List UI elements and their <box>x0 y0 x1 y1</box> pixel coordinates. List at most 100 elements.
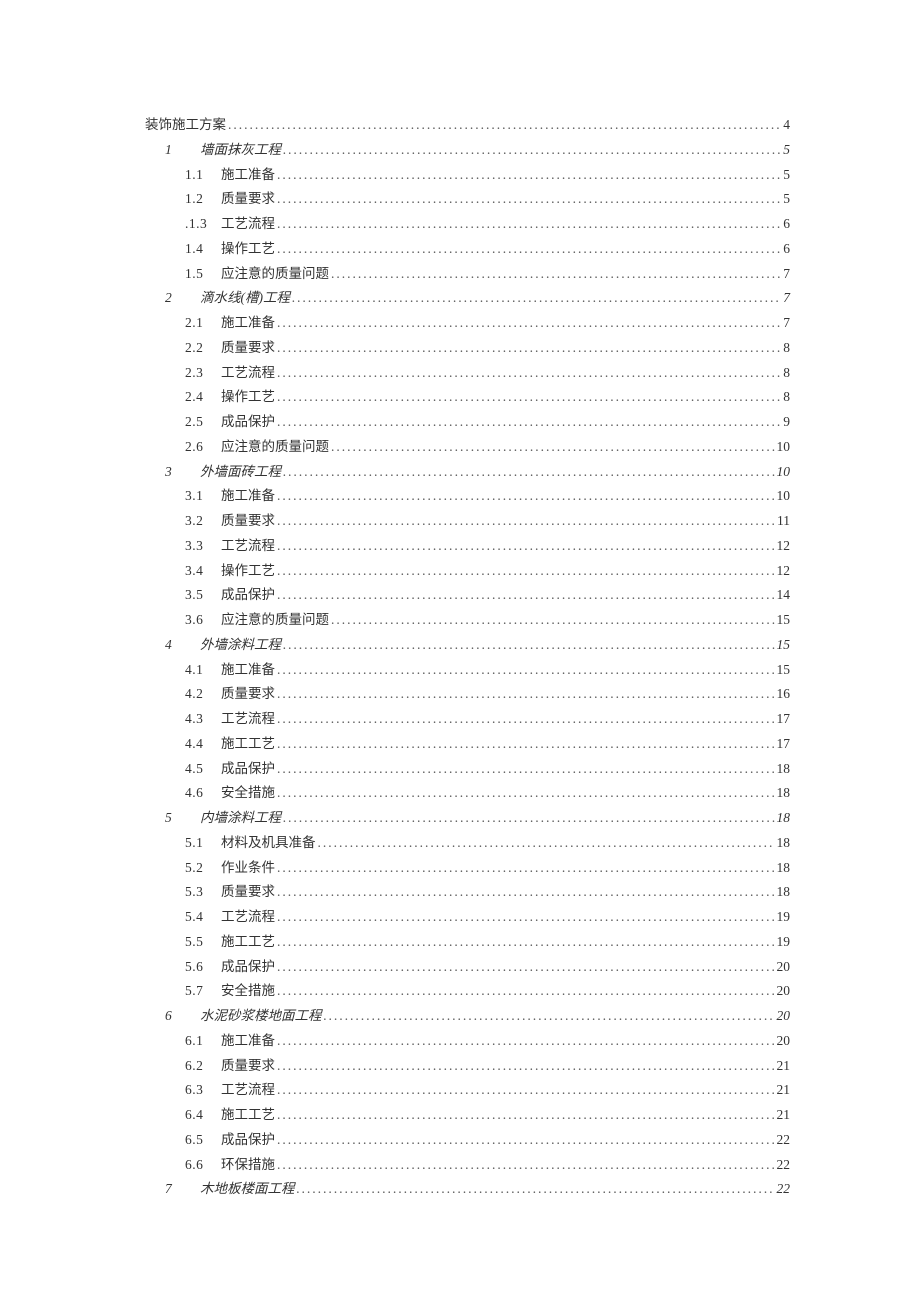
toc-leader-dots <box>277 1031 775 1051</box>
toc-page-number: 20 <box>777 957 791 977</box>
toc-entry: 4.4施工工艺17 <box>185 734 790 754</box>
toc-number: 5.2 <box>185 858 221 878</box>
toc-page-number: 18 <box>777 759 791 779</box>
toc-entry: 6.6环保措施22 <box>185 1155 790 1175</box>
toc-number: 6 <box>165 1006 200 1026</box>
toc-page-number: 7 <box>783 313 790 333</box>
toc-leader-dots <box>277 486 775 506</box>
toc-leader-dots <box>277 536 775 556</box>
toc-page-number: 18 <box>777 833 791 853</box>
toc-page-number: 6 <box>783 214 790 234</box>
toc-title: 作业条件 <box>221 858 275 878</box>
toc-entry: 2.6应注意的质量问题10 <box>185 437 790 457</box>
toc-title: 安全措施 <box>221 783 275 803</box>
toc-leader-dots <box>324 1006 775 1026</box>
toc-number: 6.2 <box>185 1056 221 1076</box>
toc-title: 工艺流程 <box>221 907 275 927</box>
toc-page-number: 5 <box>783 165 790 185</box>
toc-number: 4.2 <box>185 684 221 704</box>
toc-leader-dots <box>277 957 775 977</box>
toc-entry: 3.3工艺流程12 <box>185 536 790 556</box>
toc-page-number: 18 <box>777 858 791 878</box>
toc-entry: 5.1材料及机具准备18 <box>185 833 790 853</box>
toc-entry: 3外墙面砖工程10 <box>165 462 790 482</box>
toc-title: 成品保护 <box>221 759 275 779</box>
toc-page-number: 17 <box>777 734 791 754</box>
toc-entry: .1.3工艺流程6 <box>185 214 790 234</box>
toc-title: 操作工艺 <box>221 387 275 407</box>
toc-page-number: 20 <box>777 1006 791 1026</box>
toc-leader-dots <box>283 462 775 482</box>
toc-leader-dots <box>283 635 775 655</box>
toc-entry: 7木地板楼面工程22 <box>165 1179 790 1199</box>
toc-number: 5.6 <box>185 957 221 977</box>
toc-title: 施工准备 <box>221 660 275 680</box>
toc-page-number: 8 <box>783 338 790 358</box>
table-of-contents: 装饰施工方案41墙面抹灰工程51.1施工准备51.2质量要求5.1.3工艺流程6… <box>145 115 790 1200</box>
toc-number: 2.6 <box>185 437 221 457</box>
toc-entry: 6水泥砂浆楼地面工程20 <box>165 1006 790 1026</box>
toc-title: 成品保护 <box>221 585 275 605</box>
toc-entry: 4.2质量要求16 <box>185 684 790 704</box>
toc-page-number: 8 <box>783 363 790 383</box>
toc-leader-dots <box>331 264 781 284</box>
toc-title: 施工准备 <box>221 165 275 185</box>
toc-number: 4 <box>165 635 200 655</box>
toc-page-number: 22 <box>777 1179 791 1199</box>
toc-leader-dots <box>331 437 775 457</box>
toc-number: 2.1 <box>185 313 221 333</box>
toc-title: 外墙涂料工程 <box>200 635 281 655</box>
toc-number: 6.3 <box>185 1080 221 1100</box>
toc-number: 5.7 <box>185 981 221 1001</box>
toc-leader-dots <box>283 808 775 828</box>
toc-leader-dots <box>228 115 781 135</box>
toc-leader-dots <box>277 1056 775 1076</box>
toc-entry: 2.4操作工艺8 <box>185 387 790 407</box>
toc-entry: 5.2作业条件 18 <box>185 858 790 878</box>
toc-title: 施工工艺 <box>221 734 275 754</box>
toc-entry: 1.4操作工艺6 <box>185 239 790 259</box>
toc-title: 质量要求 <box>221 189 275 209</box>
toc-page-number: 5 <box>783 189 790 209</box>
toc-number: 6.6 <box>185 1155 221 1175</box>
toc-entry: 2.2质量要求 8 <box>185 338 790 358</box>
toc-leader-dots <box>277 1155 775 1175</box>
toc-leader-dots <box>277 684 775 704</box>
toc-entry: 5.4工艺流程19 <box>185 907 790 927</box>
toc-leader-dots <box>277 165 781 185</box>
toc-title: 施工准备 <box>221 313 275 333</box>
toc-page-number: 4 <box>783 115 790 135</box>
toc-page-number: 16 <box>777 684 791 704</box>
toc-leader-dots <box>283 140 781 160</box>
toc-number: 4.5 <box>185 759 221 779</box>
toc-number: 7 <box>165 1179 200 1199</box>
toc-entry: 4.3工艺流程17 <box>185 709 790 729</box>
toc-page-number: 5 <box>783 140 790 160</box>
toc-leader-dots <box>277 585 775 605</box>
toc-title: 材料及机具准备 <box>221 833 316 853</box>
toc-leader-dots <box>277 387 781 407</box>
toc-entry: 3.6应注意的质量问题15 <box>185 610 790 630</box>
toc-number: 6.5 <box>185 1130 221 1150</box>
toc-leader-dots <box>277 338 781 358</box>
toc-number: 3.2 <box>185 511 221 531</box>
toc-title: 工艺流程 <box>221 536 275 556</box>
toc-page-number: 22 <box>777 1155 791 1175</box>
toc-number: 2 <box>165 288 200 308</box>
toc-title: 操作工艺 <box>221 561 275 581</box>
toc-leader-dots <box>277 882 775 902</box>
toc-leader-dots <box>292 288 781 308</box>
toc-title: 质量要求 <box>221 338 275 358</box>
toc-entry: 4.6安全措施18 <box>185 783 790 803</box>
toc-entry: 2.5成品保护9 <box>185 412 790 432</box>
toc-page-number: 7 <box>783 288 790 308</box>
toc-entry: 2.3工艺流程8 <box>185 363 790 383</box>
toc-entry: 装饰施工方案4 <box>145 115 790 135</box>
toc-page-number: 10 <box>777 462 791 482</box>
toc-leader-dots <box>277 363 781 383</box>
toc-page-number: 21 <box>777 1056 791 1076</box>
toc-number: 3.4 <box>185 561 221 581</box>
toc-number: 2.2 <box>185 338 221 358</box>
toc-title: 施工工艺 <box>221 932 275 952</box>
toc-page-number: 18 <box>777 783 791 803</box>
